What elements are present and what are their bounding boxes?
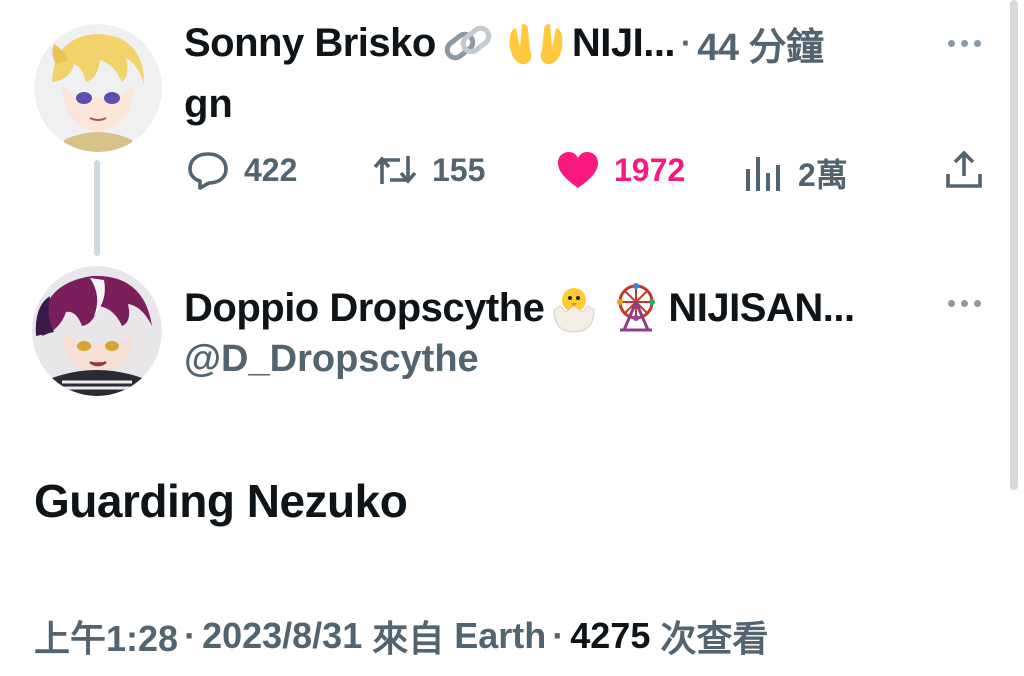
hatching-chick-emoji-icon bbox=[548, 282, 600, 334]
main-author-suffix: NIJISAN... bbox=[668, 285, 855, 330]
reply-action-button[interactable]: 422 bbox=[186, 150, 297, 190]
thread-connector-line bbox=[94, 160, 100, 256]
reply-time-ago[interactable]: 44 分鐘 bbox=[697, 16, 824, 71]
ferris-wheel-emoji-icon bbox=[610, 282, 662, 334]
reply-tweet-header: Sonny Brisko NIJI... · 44 分鐘 bbox=[184, 16, 824, 71]
reply-count: 422 bbox=[244, 151, 298, 188]
reply-bubble-icon bbox=[188, 152, 228, 190]
heart-filled-icon bbox=[558, 152, 598, 188]
views-count: 2萬 bbox=[798, 157, 848, 193]
main-tweet-header: Doppio Dropscythe NIJISAN... bbox=[184, 282, 855, 334]
separator-dot: · bbox=[184, 615, 197, 656]
reply-author-name[interactable]: Sonny Brisko bbox=[184, 21, 436, 66]
views-action-button[interactable]: 2萬 bbox=[744, 150, 848, 196]
tweet-meta-row: 上午1:28 · 2023/8/31 來自 Earth · 4275 次查看 bbox=[34, 610, 768, 662]
share-upload-icon bbox=[946, 150, 982, 188]
main-tweet-text: Guarding Nezuko bbox=[34, 475, 408, 527]
tweet-views-label: 次查看 bbox=[660, 618, 769, 659]
retweet-action-button[interactable]: 155 bbox=[372, 150, 485, 190]
link-emoji-icon bbox=[442, 20, 494, 68]
reply-author-suffix: NIJI... bbox=[571, 21, 676, 65]
reply-tweet-text: gn bbox=[184, 82, 233, 126]
separator-dot: · bbox=[552, 615, 565, 656]
tweet-thread-view: Sonny Brisko NIJI... · 44 分鐘 gn 422 155 … bbox=[0, 0, 1024, 676]
tweet-date[interactable]: 2023/8/31 bbox=[202, 615, 362, 657]
tweet-time[interactable]: 上午1:28 bbox=[34, 610, 178, 662]
share-action-button[interactable] bbox=[944, 150, 984, 190]
like-count: 1972 bbox=[614, 151, 686, 188]
main-author-handle[interactable]: @D_Dropscythe bbox=[184, 338, 479, 381]
tweet-views-count[interactable]: 4275 bbox=[570, 615, 650, 657]
scrollbar[interactable] bbox=[1010, 0, 1018, 490]
retweet-count: 155 bbox=[432, 151, 486, 188]
main-more-options-button[interactable] bbox=[948, 300, 981, 307]
tweet-source: Earth bbox=[454, 615, 547, 656]
main-author-name[interactable]: Doppio Dropscythe bbox=[184, 286, 545, 331]
source-prefix: 來自 bbox=[372, 618, 445, 659]
reply-more-options-button[interactable] bbox=[948, 40, 981, 47]
avatar-doppio-dropscythe[interactable] bbox=[32, 266, 162, 396]
separator-dot: · bbox=[681, 25, 692, 61]
retweet-icon bbox=[373, 156, 417, 184]
palms-up-emoji-icon bbox=[506, 20, 566, 68]
like-action-button[interactable]: 1972 bbox=[556, 150, 685, 190]
analytics-bars-icon bbox=[746, 157, 780, 191]
avatar-sonny-brisko[interactable] bbox=[34, 24, 162, 152]
